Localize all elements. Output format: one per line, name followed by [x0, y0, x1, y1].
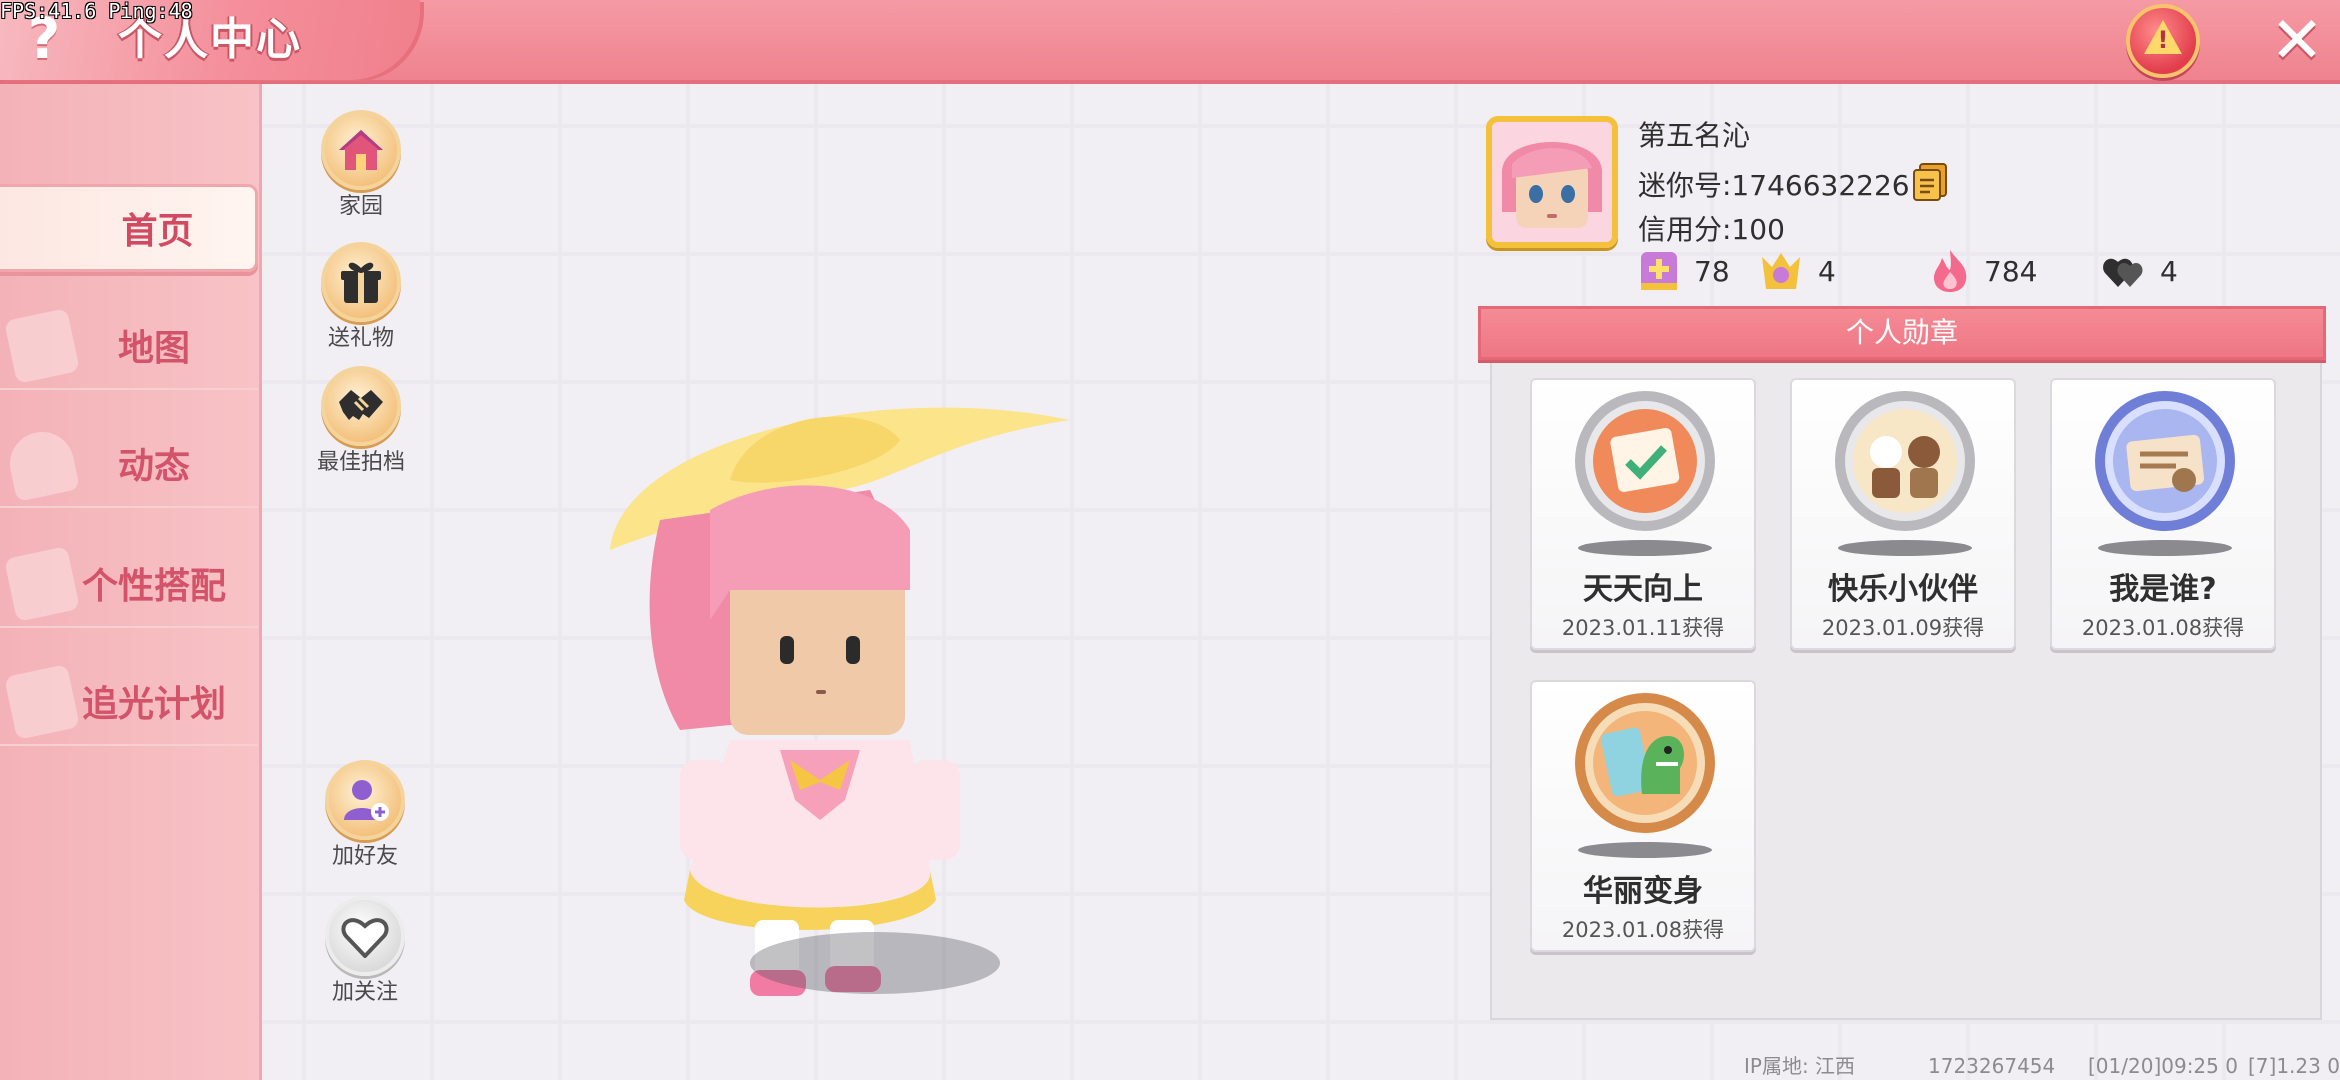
handshake-icon — [321, 366, 401, 446]
sidebar-item-light-plan[interactable]: 追光计划 — [0, 658, 258, 746]
stat-visits: 78 — [1638, 248, 1730, 294]
medal-card[interactable]: 华丽变身 2023.01.08获得 — [1530, 680, 1756, 952]
warning-button[interactable]: ! — [2126, 4, 2200, 78]
calendar-medal-icon — [1575, 391, 1715, 531]
heart-icon — [325, 896, 405, 976]
medal-name: 我是谁? — [2109, 572, 2217, 607]
home-button[interactable]: 家园 — [306, 110, 416, 220]
fans-icon — [1762, 253, 1800, 289]
visits-count: 78 — [1694, 254, 1730, 288]
ip-location: IP属地: 江西 — [1744, 1054, 1856, 1078]
copy-icon[interactable] — [1912, 162, 1948, 202]
sidebar-item-home[interactable]: 首页 — [0, 184, 258, 272]
version: [7]1.23 0 — [2248, 1054, 2340, 1078]
close-button[interactable]: ✕ — [2262, 6, 2332, 76]
sidebar-nav: 首页 地图 动态 个性搭配 追光计划 — [0, 84, 262, 1080]
medal-card[interactable]: 我是谁? 2023.01.08获得 — [2050, 378, 2276, 650]
likes-count: 4 — [2160, 254, 2178, 288]
medal-card[interactable]: 天天向上 2023.01.11获得 — [1530, 378, 1756, 650]
heat-count: 784 — [1984, 254, 2038, 288]
medal-date: 2023.01.09获得 — [1821, 616, 1985, 640]
dino-medal-icon — [1575, 693, 1715, 833]
stat-heat: 784 — [1930, 248, 2037, 294]
house-icon — [321, 110, 401, 190]
follow-label: 加关注 — [331, 980, 398, 1005]
double-heart-icon — [2103, 258, 2143, 287]
id-card-medal-icon — [2095, 391, 2235, 531]
medal-date: 2023.01.08获得 — [1561, 918, 1725, 942]
gift-icon — [321, 242, 401, 322]
character-model — [610, 407, 1070, 996]
fans-count: 4 — [1818, 254, 1836, 288]
gift-label: 送礼物 — [327, 326, 394, 351]
add-user-icon — [325, 760, 405, 840]
sidebar-item-outfit[interactable]: 个性搭配 — [0, 540, 258, 628]
fire-icon — [1934, 250, 1967, 292]
close-icon: ✕ — [2270, 4, 2324, 78]
sidebar-item-label: 地图 — [117, 328, 190, 369]
timestamp: [01/20]09:25 0 — [2088, 1054, 2238, 1078]
sidebar-item-feed[interactable]: 动态 — [0, 420, 258, 508]
medal-name: 天天向上 — [1583, 572, 1703, 607]
add-friend-label: 加好友 — [331, 844, 398, 869]
visitor-icon — [1641, 252, 1677, 290]
stat-fans: 4 — [1758, 248, 1836, 294]
sidebar-item-label: 首页 — [121, 211, 194, 252]
best-partner-button[interactable]: 最佳拍档 — [306, 366, 416, 476]
top-bar: ? 个人中心 FPS:41.6 Ping:48 ! ✕ — [0, 0, 2340, 84]
friends-medal-icon — [1835, 391, 1975, 531]
sidebar-item-label: 个性搭配 — [81, 566, 226, 607]
avatar-image — [1492, 122, 1612, 242]
add-friend-button[interactable]: 加好友 — [310, 760, 420, 870]
sidebar-item-label: 动态 — [117, 446, 190, 487]
medal-card[interactable]: 快乐小伙伴 2023.01.09获得 — [1790, 378, 2016, 650]
credit-score: 信用分:100 — [1638, 213, 1785, 246]
home-label: 家园 — [338, 194, 383, 219]
medal-name: 华丽变身 — [1583, 874, 1703, 909]
stat-likes: 4 — [2102, 248, 2178, 294]
medal-panel-title: 个人勋章 — [1478, 306, 2326, 360]
medal-date: 2023.01.11获得 — [1561, 616, 1725, 640]
fps-counter: FPS:41.6 Ping:48 — [0, 0, 193, 23]
player-name: 第五名沁 — [1638, 119, 1751, 152]
mini-id: 迷你号:1746632226 — [1638, 169, 1910, 202]
follow-button[interactable]: 加关注 — [310, 896, 420, 1006]
sidebar-item-label: 追光计划 — [81, 684, 226, 725]
sidebar-item-map[interactable]: 地图 — [0, 302, 258, 390]
player-character — [580, 400, 1080, 1020]
medal-date: 2023.01.08获得 — [2081, 616, 2245, 640]
best-partner-label: 最佳拍档 — [316, 450, 405, 475]
avatar[interactable] — [1486, 116, 1618, 248]
medal-name: 快乐小伙伴 — [1828, 572, 1978, 607]
send-gift-button[interactable]: 送礼物 — [306, 242, 416, 352]
user-uid: 1723267454 — [1928, 1054, 2056, 1078]
